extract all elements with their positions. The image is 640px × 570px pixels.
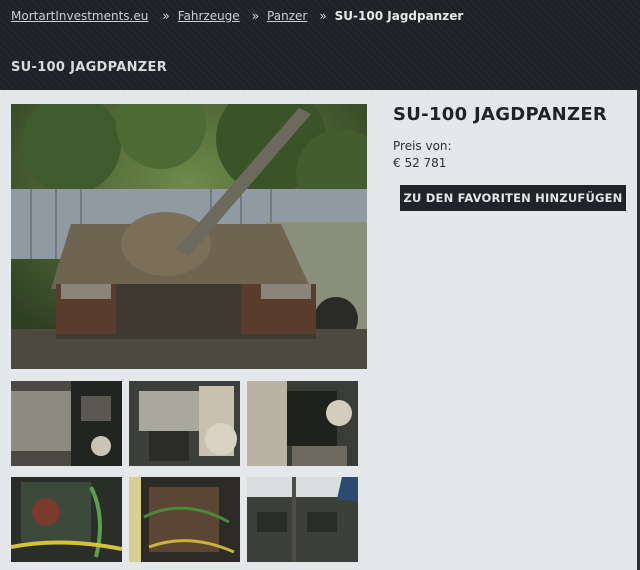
breadcrumb-current: SU-100 Jagdpanzer — [334, 9, 464, 23]
engine-bay-photo-icon — [247, 381, 358, 466]
price-value: € 52 781 — [393, 156, 447, 170]
add-to-favorites-button[interactable]: ZU DEN FAVORITEN HINZUFÜGEN — [400, 185, 626, 211]
engine-bay-photo-icon — [129, 381, 240, 466]
thumbnail-6[interactable] — [247, 477, 358, 562]
breadcrumb-fahrzeuge-link[interactable]: Fahrzeuge — [178, 9, 240, 23]
engine-bay-photo-icon — [11, 381, 122, 466]
thumbnail-1[interactable] — [11, 381, 122, 466]
wiring-photo-icon — [129, 477, 240, 562]
wiring-photo-icon — [11, 477, 122, 562]
page-title: SU-100 JAGDPANZER — [11, 60, 168, 75]
thumbnail-3[interactable] — [247, 381, 358, 466]
breadcrumb-panzer-link[interactable]: Panzer — [267, 9, 307, 23]
main-product-image[interactable] — [11, 104, 367, 369]
header-bar: MortartInvestments.eu » Fahrzeuge » Panzer » S… — [0, 0, 640, 90]
thumbnail-2[interactable] — [129, 381, 240, 466]
breadcrumb-separator: » — [162, 9, 170, 23]
product-title: SU-100 JAGDPANZER — [393, 104, 608, 125]
tank-photo-icon — [11, 104, 367, 369]
breadcrumb: MortartInvestments.eu » Fahrzeuge » Panzer » S… — [11, 9, 463, 23]
price-label: Preis von: — [393, 139, 452, 153]
thumbnail-5[interactable] — [129, 477, 240, 562]
breadcrumb-separator: » — [319, 9, 327, 23]
thumbnail-4[interactable] — [11, 477, 122, 562]
breadcrumb-separator: » — [251, 9, 260, 23]
breadcrumb-home-link[interactable]: MortartInvestments.eu — [11, 9, 148, 23]
hull-photo-icon — [247, 477, 358, 562]
